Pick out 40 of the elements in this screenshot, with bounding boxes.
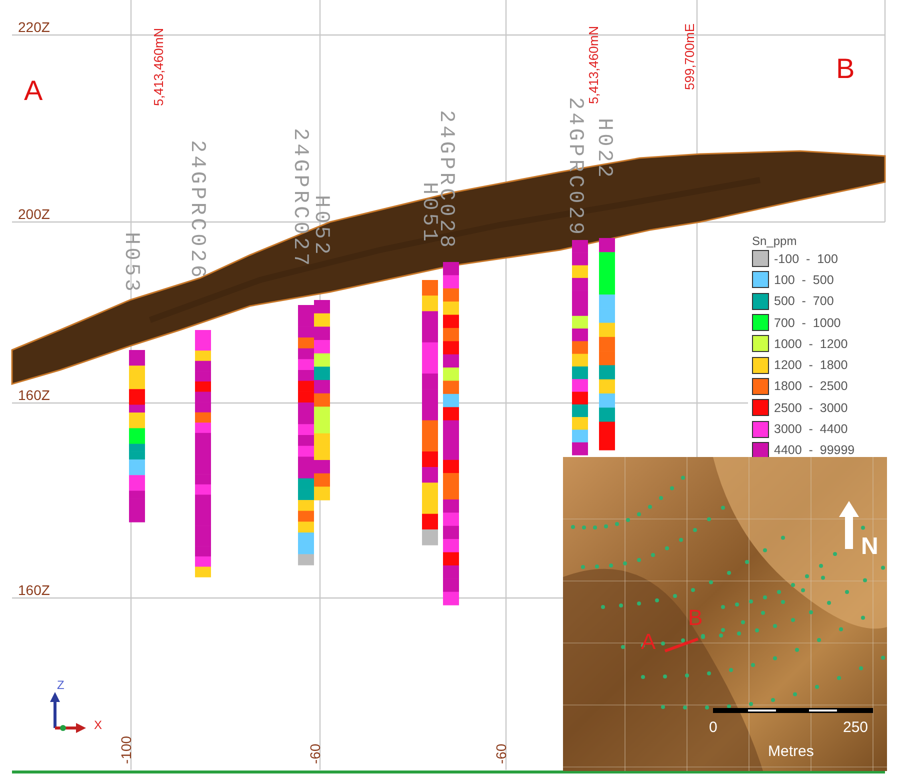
drillhole-label: 24GPRC027: [288, 128, 311, 268]
section-end-label: B: [836, 53, 855, 84]
axis-label: X: [94, 718, 102, 732]
legend-range: 4400 - 99999: [774, 443, 855, 458]
drillhole-label: 24GPRC029: [563, 97, 586, 238]
legend-range: 500 - 700: [774, 294, 834, 308]
offset-label: -60: [307, 744, 323, 764]
legend-range: 700 - 1000: [774, 316, 841, 330]
grid-coordinate-label: 5,413,460mN: [586, 26, 601, 104]
axis-triad-icon: [50, 692, 86, 733]
drillhole-label: H022: [592, 118, 615, 180]
elevation-label: 200Z: [18, 206, 50, 222]
elevation-label: 160Z: [18, 387, 50, 403]
grid-coordinate-label: 599,700mE: [682, 24, 697, 90]
scale-label: 250: [843, 719, 868, 736]
elevation-label: 160Z: [18, 582, 50, 598]
grid-coordinate-label: 5,413,460mN: [151, 28, 166, 106]
section-line: [664, 638, 699, 652]
scale-unit-label: Metres: [768, 743, 814, 760]
map-section-label: A: [641, 629, 656, 654]
legend-title: Sn_ppm: [752, 234, 798, 248]
legend-range: 1200 - 1800: [774, 358, 848, 372]
offset-label: -60: [493, 744, 509, 764]
legend-range: 2500 - 3000: [774, 400, 848, 415]
legend-range: 1800 - 2500: [774, 379, 848, 394]
elevation-label: 220Z: [18, 19, 50, 35]
offset-label: -100: [118, 736, 134, 764]
drillhole-label: H053: [119, 232, 142, 294]
legend-range: 3000 - 4400: [774, 422, 848, 436]
north-arrow-icon: [839, 501, 859, 549]
legend-range: -100 - 100: [774, 252, 838, 266]
drillhole-label: 24GPRC026: [185, 140, 208, 280]
map-section-label: B: [688, 605, 703, 630]
section-end-label: A: [24, 75, 43, 106]
scale-label: 0: [709, 719, 718, 736]
legend-range: 1000 - 1200: [774, 336, 848, 351]
drillhole-label: H052: [309, 195, 332, 258]
north-label: N: [861, 533, 878, 560]
legend-range: 100 - 500: [774, 272, 834, 287]
axis-label: Z: [57, 678, 64, 692]
